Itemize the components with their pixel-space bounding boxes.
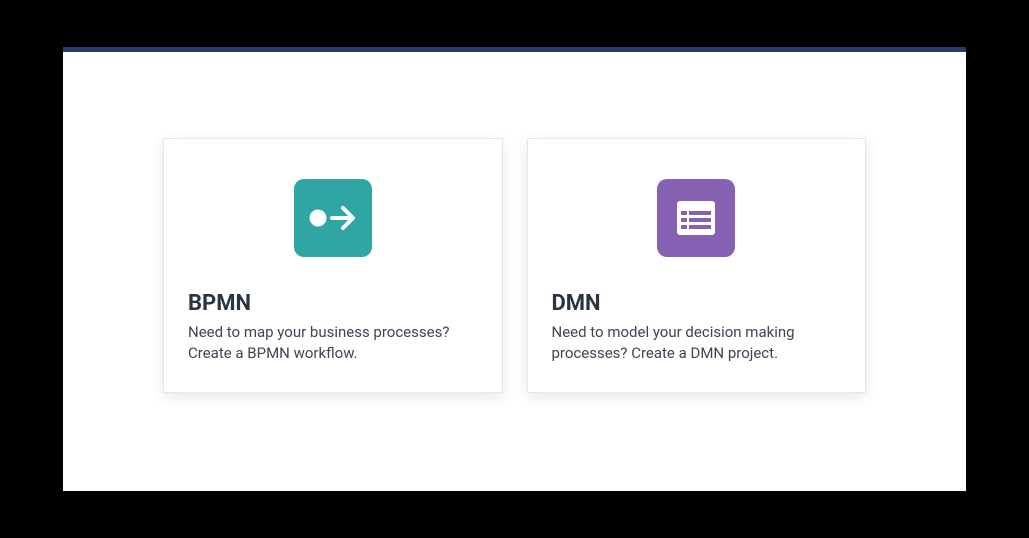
page-container: BPMN Need to map your business processes… xyxy=(63,47,966,491)
dmn-card[interactable]: DMN Need to model your decision making p… xyxy=(527,138,867,393)
bpmn-title: BPMN xyxy=(188,291,478,316)
bpmn-card[interactable]: BPMN Need to map your business processes… xyxy=(163,138,503,393)
dmn-description: Need to model your decision making proce… xyxy=(552,322,842,364)
bpmn-icon-wrap xyxy=(188,163,478,273)
bpmn-description: Need to map your business processes? Cre… xyxy=(188,322,478,364)
cards-row: BPMN Need to map your business processes… xyxy=(63,52,966,393)
bpmn-workflow-icon xyxy=(294,179,372,257)
dmn-icon-wrap xyxy=(552,163,842,273)
dmn-table-icon xyxy=(657,179,735,257)
dmn-title: DMN xyxy=(552,291,842,316)
